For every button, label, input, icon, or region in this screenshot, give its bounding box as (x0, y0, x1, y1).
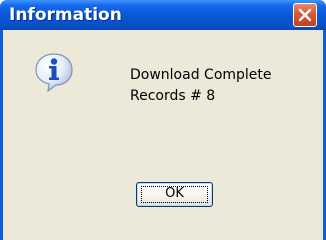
dialog-message: Download Complete Records # 8 (130, 65, 272, 107)
window-title: Information (9, 5, 122, 25)
focus-rectangle (141, 186, 208, 203)
close-button[interactable] (293, 3, 317, 27)
information-dialog: Information Download Complete Records # … (0, 0, 326, 240)
title-bar[interactable]: Information (0, 0, 326, 30)
close-icon (298, 8, 312, 22)
message-line-records: Records # 8 (130, 88, 216, 104)
message-line-download: Download Complete (130, 67, 272, 83)
information-icon (35, 53, 73, 92)
ok-button[interactable]: OK (136, 182, 213, 207)
